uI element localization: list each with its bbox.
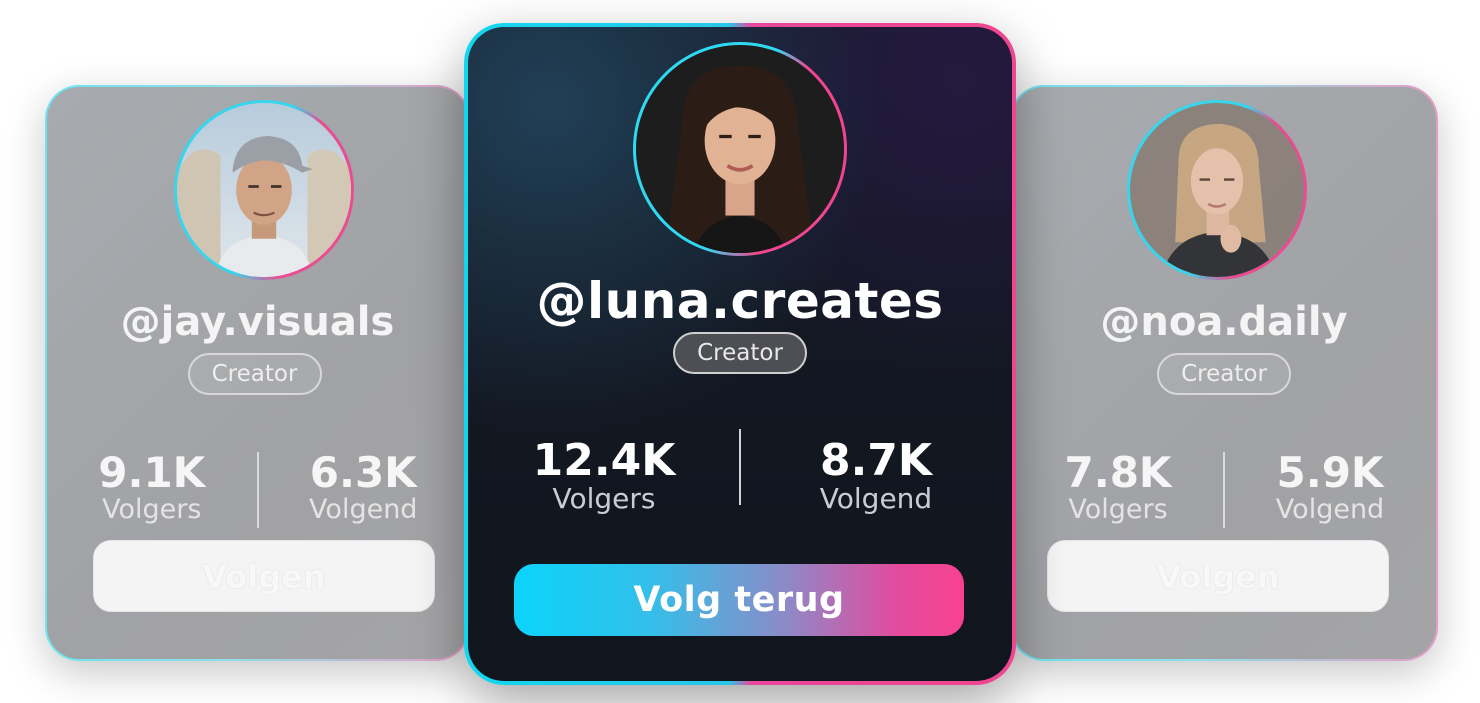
following-stat[interactable]: 6.3K Volgend	[259, 452, 469, 528]
followers-stat[interactable]: 9.1K Volgers	[47, 452, 257, 528]
followers-stat[interactable]: 7.8K Volgers	[1013, 452, 1223, 528]
following-label: Volgend	[819, 482, 933, 515]
avatar-photo	[1130, 103, 1304, 277]
card-body: @noa.daily Creator 7.8K Volgers 5.9K Vol…	[1012, 87, 1436, 659]
profile-stats: 7.8K Volgers 5.9K Volgend	[1012, 452, 1436, 528]
role-badge: Creator	[673, 332, 807, 374]
following-label: Volgend	[309, 494, 418, 525]
avatar-ring	[174, 100, 354, 280]
follow-button[interactable]: Volgen	[93, 540, 435, 612]
following-count: 6.3K	[309, 448, 417, 497]
avatar-photo	[177, 103, 351, 277]
profile-card-jay-visuals[interactable]: @jay.visuals Creator 9.1K Volgers 6.3K V…	[45, 85, 470, 661]
role-badge: Creator	[187, 353, 322, 395]
avatar-photo	[636, 45, 844, 253]
card-body: @luna.creates Creator 12.4K Volgers 8.7K…	[468, 27, 1012, 681]
follow-back-button[interactable]: Volg terug	[514, 564, 964, 636]
profile-handle: @jay.visuals	[120, 299, 395, 345]
followers-label: Volgers	[102, 494, 202, 525]
followers-count: 7.8K	[1064, 448, 1172, 497]
profile-card-noa-daily[interactable]: @noa.daily Creator 7.8K Volgers 5.9K Vol…	[1010, 85, 1438, 661]
profile-card-luna-creates[interactable]: @luna.creates Creator 12.4K Volgers 8.7K…	[464, 23, 1016, 685]
profile-card-carousel: @jay.visuals Creator 9.1K Volgers 6.3K V…	[0, 0, 1480, 703]
follow-button[interactable]: Volgen	[1047, 540, 1389, 612]
following-stat[interactable]: 8.7K Volgend	[741, 439, 1011, 513]
following-count: 8.7K	[819, 435, 933, 486]
profile-handle: @luna.creates	[536, 272, 944, 330]
following-count: 5.9K	[1276, 448, 1384, 497]
avatar-ring	[633, 42, 847, 256]
followers-stat[interactable]: 12.4K Volgers	[469, 439, 739, 513]
following-label: Volgend	[1275, 494, 1385, 525]
profile-stats: 9.1K Volgers 6.3K Volgend	[47, 452, 468, 528]
avatar-ring	[1127, 100, 1307, 280]
avatar	[1130, 103, 1304, 277]
followers-count: 9.1K	[98, 448, 206, 497]
followers-label: Volgers	[552, 482, 656, 515]
profile-stats: 12.4K Volgers 8.7K Volgend	[468, 429, 1012, 513]
followers-label: Volgers	[1068, 494, 1168, 525]
profile-handle: @noa.daily	[1100, 299, 1348, 345]
avatar	[636, 45, 844, 253]
card-body: @jay.visuals Creator 9.1K Volgers 6.3K V…	[47, 87, 468, 659]
following-stat[interactable]: 5.9K Volgend	[1225, 452, 1435, 528]
avatar	[177, 103, 351, 277]
role-badge: Creator	[1157, 353, 1291, 395]
followers-count: 12.4K	[532, 435, 676, 486]
